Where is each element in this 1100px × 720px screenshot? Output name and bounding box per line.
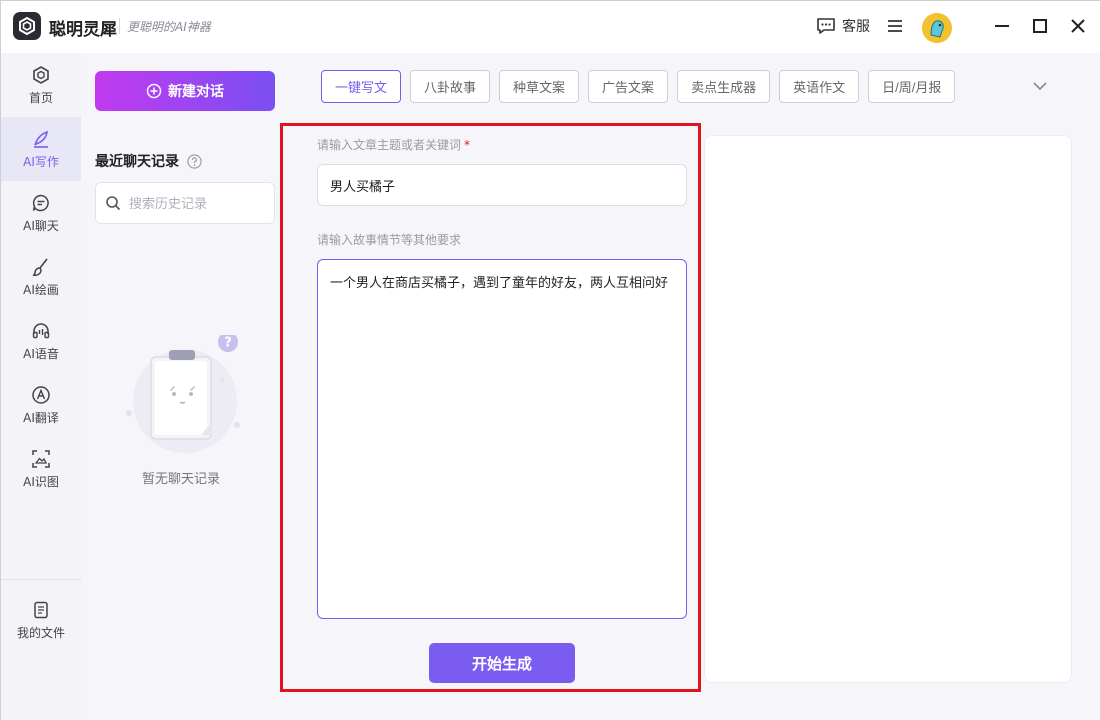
- recent-chats-label: 最近聊天记录: [95, 154, 179, 170]
- recent-chats-title: 最近聊天记录: [95, 151, 202, 171]
- nav-item-label: 我的文件: [16, 625, 65, 640]
- scan-image-icon: [32, 449, 50, 468]
- app-slogan: 更聪明的AI神器: [127, 20, 211, 34]
- generate-button[interactable]: 开始生成: [429, 643, 575, 683]
- nav-item-label: AI翻译: [23, 410, 59, 425]
- avatar[interactable]: [922, 13, 952, 43]
- new-chat-button[interactable]: 新建对话: [95, 71, 275, 111]
- required-mark: *: [464, 138, 471, 152]
- tab-gossip-story[interactable]: 八卦故事: [410, 70, 491, 103]
- tab-one-click-article[interactable]: 一键写文: [321, 70, 402, 103]
- chevron-down-icon[interactable]: [1031, 77, 1049, 95]
- chat-history-panel: 新建对话 最近聊天记录 ? 暂无聊天记录: [81, 53, 281, 720]
- nav-item-home[interactable]: 首页: [1, 53, 81, 117]
- plus-circle-icon: [146, 83, 162, 99]
- app-logo-icon: [13, 12, 41, 40]
- tab-product-promo[interactable]: 种草文案: [499, 70, 580, 103]
- translate-icon: [32, 385, 50, 404]
- nav-item-ai-voice[interactable]: AI语音: [1, 309, 81, 373]
- nav-item-label: 首页: [28, 90, 53, 105]
- pen-icon: [34, 130, 49, 148]
- menu-icon[interactable]: [885, 16, 905, 36]
- nav-item-label: AI绘画: [23, 282, 59, 297]
- history-search-box[interactable]: [95, 182, 275, 224]
- new-chat-label: 新建对话: [168, 83, 224, 99]
- nav-divider: [1, 579, 81, 580]
- empty-history-text: 暂无聊天记录: [141, 472, 220, 487]
- nav-item-label: AI聊天: [23, 218, 59, 233]
- empty-clipboard-illustration: ?: [126, 335, 240, 453]
- history-search-input[interactable]: [129, 195, 269, 211]
- nav-item-ai-translate[interactable]: AI翻译: [1, 373, 81, 437]
- requirements-label: 请输入故事情节等其他要求: [317, 233, 462, 247]
- brush-icon: [32, 258, 48, 276]
- maximize-icon[interactable]: [1029, 15, 1051, 37]
- search-icon: [106, 196, 121, 211]
- help-icon[interactable]: [187, 153, 202, 169]
- minimize-icon[interactable]: [991, 15, 1013, 37]
- main-area: 一键写文 八卦故事 种草文案 广告文案 卖点生成器 英语作文 日/周/月报 请输…: [280, 53, 1100, 720]
- nav-item-my-files[interactable]: 我的文件: [1, 588, 81, 652]
- topic-label-text: 请输入文章主题或者关键词: [317, 138, 462, 152]
- app-name: 聪明灵犀: [49, 20, 117, 40]
- chat-bubble-icon: [817, 18, 835, 34]
- customer-service-button[interactable]: 客服: [816, 16, 870, 36]
- tab-ad-copy[interactable]: 广告文案: [588, 70, 669, 103]
- title-bar: 聪明灵犀 更聪明的AI神器 客服: [1, 1, 1100, 53]
- nav-item-label: AI语音: [23, 346, 59, 361]
- nav-item-ai-image-recognition[interactable]: AI识图: [1, 437, 81, 501]
- customer-service-label: 客服: [842, 19, 870, 35]
- file-icon: [34, 601, 48, 618]
- tab-selling-points[interactable]: 卖点生成器: [677, 70, 771, 103]
- tab-english-essay[interactable]: 英语作文: [779, 70, 860, 103]
- topic-label: 请输入文章主题或者关键词 *: [317, 136, 470, 153]
- close-icon[interactable]: [1067, 15, 1089, 37]
- headset-icon: [32, 322, 50, 338]
- output-panel: [704, 135, 1072, 683]
- svg-text:?: ?: [224, 336, 232, 351]
- tab-reports[interactable]: 日/周/月报: [868, 70, 956, 103]
- nav-item-label: AI写作: [23, 154, 59, 169]
- nav-item-ai-drawing[interactable]: AI绘画: [1, 245, 81, 309]
- title-divider: [119, 18, 120, 34]
- chat-icon: [32, 194, 49, 211]
- topic-input[interactable]: [317, 164, 687, 206]
- nav-item-label: AI识图: [23, 474, 59, 489]
- nav-item-ai-chat[interactable]: AI聊天: [1, 181, 81, 245]
- nav-item-ai-writing[interactable]: AI写作: [1, 117, 81, 181]
- requirements-textarea[interactable]: 一个男人在商店买橘子，遇到了童年的好友，两人互相问好: [317, 259, 687, 619]
- left-nav: 首页 AI写作 AI聊天 AI绘画 AI语音 AI翻译 AI识图 我的文件: [1, 53, 81, 720]
- home-icon: [33, 65, 49, 84]
- writing-tabs: 一键写文 八卦故事 种草文案 广告文案 卖点生成器 英语作文 日/周/月报: [321, 70, 956, 103]
